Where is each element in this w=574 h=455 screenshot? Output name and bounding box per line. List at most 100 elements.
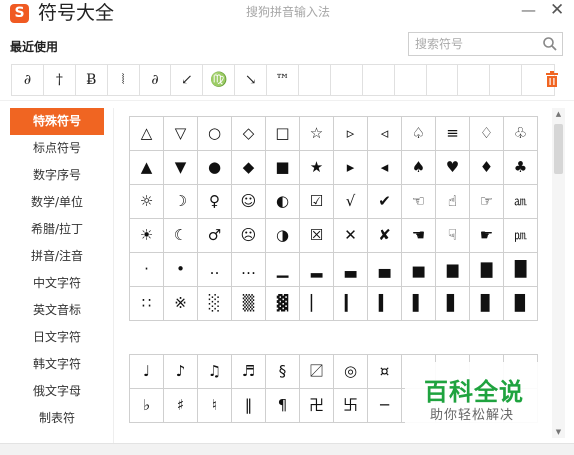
symbol-cell[interactable]: ◎ <box>334 355 368 389</box>
symbol-cell[interactable]: ░ <box>198 287 232 321</box>
recent-symbol-cell[interactable]: ∂ <box>12 65 44 95</box>
symbol-cell[interactable]: ◃ <box>368 117 402 151</box>
symbol-cell[interactable]: ‧ <box>130 253 164 287</box>
symbol-cell[interactable]: ※ <box>164 287 198 321</box>
recent-symbol-cell[interactable]: ™ <box>267 65 300 95</box>
symbol-cell[interactable]: ☑ <box>300 185 334 219</box>
symbol-cell[interactable]: ■ <box>266 151 300 185</box>
symbol-cell[interactable]: ▸ <box>334 151 368 185</box>
symbol-cell[interactable]: ▌ <box>402 287 436 321</box>
close-button[interactable]: ✕ <box>550 0 564 20</box>
symbol-cell[interactable]: ▊ <box>470 287 504 321</box>
symbol-cell[interactable]: ▲ <box>130 151 164 185</box>
minimize-button[interactable]: — <box>521 1 536 19</box>
symbol-cell[interactable]: ♧ <box>504 117 538 151</box>
symbol-cell[interactable]: ✕ <box>334 219 368 253</box>
symbol-cell[interactable]: █ <box>504 253 538 287</box>
symbol-cell[interactable]: ◆ <box>232 151 266 185</box>
symbol-cell[interactable]: ♫ <box>198 355 232 389</box>
symbol-cell[interactable]: • <box>164 253 198 287</box>
symbol-cell[interactable]: ☝ <box>436 185 470 219</box>
symbol-cell[interactable]: ◂ <box>368 151 402 185</box>
symbol-cell[interactable]: ∷ <box>130 287 164 321</box>
trash-icon[interactable] <box>545 71 559 87</box>
symbol-cell[interactable]: ◐ <box>266 185 300 219</box>
symbol-cell[interactable]: ♥ <box>436 151 470 185</box>
symbol-cell[interactable]: ▉ <box>504 287 538 321</box>
symbol-cell[interactable]: ☺ <box>232 185 266 219</box>
symbol-cell[interactable]: ▍ <box>368 287 402 321</box>
symbol-cell[interactable]: ♀ <box>198 185 232 219</box>
search-box[interactable] <box>408 32 563 56</box>
symbol-cell[interactable]: ‖ <box>232 389 266 423</box>
symbol-cell[interactable]: ▂ <box>300 253 334 287</box>
symbol-cell[interactable]: ☞ <box>470 185 504 219</box>
symbol-cell[interactable]: ★ <box>300 151 334 185</box>
symbol-cell[interactable]: ▒ <box>232 287 266 321</box>
symbol-cell[interactable]: ● <box>198 151 232 185</box>
symbol-cell[interactable]: ◑ <box>266 219 300 253</box>
sidebar-item[interactable]: 制表符 <box>10 405 104 432</box>
symbol-cell[interactable]: ▃ <box>334 253 368 287</box>
symbol-cell[interactable]: ♮ <box>198 389 232 423</box>
symbol-cell[interactable]: ♬ <box>232 355 266 389</box>
symbol-cell[interactable]: ☾ <box>164 219 198 253</box>
symbol-cell[interactable]: ㏂ <box>504 185 538 219</box>
symbol-cell[interactable]: ☆ <box>300 117 334 151</box>
sidebar-item[interactable]: 俄文字母 <box>10 378 104 405</box>
sidebar-item[interactable]: 希腊/拉丁 <box>10 216 104 243</box>
recent-symbol-cell[interactable]: Ƀ <box>76 65 108 95</box>
symbol-cell[interactable]: ‥ <box>198 253 232 287</box>
scroll-down-icon[interactable]: ▼ <box>552 426 565 438</box>
recent-symbol-cell[interactable]: † <box>44 65 76 95</box>
symbol-cell[interactable]: ¤ <box>368 355 402 389</box>
symbol-cell[interactable]: ☽ <box>164 185 198 219</box>
sidebar-item[interactable]: 数字序号 <box>10 162 104 189</box>
symbol-cell[interactable]: ▆ <box>436 253 470 287</box>
symbol-cell[interactable]: □ <box>266 117 300 151</box>
symbol-cell[interactable]: ▋ <box>436 287 470 321</box>
recent-symbol-cell[interactable]: ∂ <box>140 65 172 95</box>
sidebar-item[interactable]: 数学/单位 <box>10 189 104 216</box>
recent-symbol-cell[interactable]: ↙ <box>171 65 204 95</box>
symbol-cell[interactable]: ☼ <box>130 185 164 219</box>
symbol-cell[interactable]: ♩ <box>130 355 164 389</box>
symbol-cell[interactable]: ▅ <box>402 253 436 287</box>
symbol-cell[interactable]: ♯ <box>164 389 198 423</box>
symbol-cell[interactable]: ▼ <box>164 151 198 185</box>
sidebar-item[interactable]: 日文字符 <box>10 324 104 351</box>
symbol-cell[interactable]: ▓ <box>266 287 300 321</box>
symbol-cell[interactable]: ▎ <box>334 287 368 321</box>
sidebar-item[interactable]: 韩文字符 <box>10 351 104 378</box>
symbol-cell[interactable]: ♭ <box>130 389 164 423</box>
symbol-cell[interactable]: 〼 <box>300 355 334 389</box>
symbol-cell[interactable]: ☒ <box>300 219 334 253</box>
symbol-cell[interactable]: ♂ <box>198 219 232 253</box>
scrollbar-thumb[interactable] <box>554 124 563 174</box>
symbol-cell[interactable]: ≡ <box>436 117 470 151</box>
sidebar-item[interactable]: 拼音/注音 <box>10 243 104 270</box>
sidebar-item[interactable]: 中文字符 <box>10 270 104 297</box>
sidebar-item[interactable]: 标点符号 <box>10 135 104 162</box>
symbol-cell[interactable]: ¶ <box>266 389 300 423</box>
recent-symbol-cell[interactable]: ↘ <box>235 65 268 95</box>
symbol-cell[interactable]: ☛ <box>470 219 504 253</box>
symbol-cell[interactable]: … <box>232 253 266 287</box>
recent-symbol-cell[interactable]: ♍ <box>203 65 236 95</box>
symbol-cell[interactable]: ♤ <box>402 117 436 151</box>
symbol-cell[interactable]: 卐 <box>334 389 368 423</box>
sidebar-item[interactable]: 特殊符号 <box>10 108 104 135</box>
symbol-cell[interactable]: ✘ <box>368 219 402 253</box>
symbol-cell[interactable]: ▁ <box>266 253 300 287</box>
symbol-cell[interactable]: ♢ <box>470 117 504 151</box>
symbol-cell[interactable]: ▽ <box>164 117 198 151</box>
symbol-cell[interactable]: ☚ <box>402 219 436 253</box>
symbol-cell[interactable]: ✔ <box>368 185 402 219</box>
symbol-cell[interactable]: ♦ <box>470 151 504 185</box>
recent-symbol-cell[interactable]: ⦚ <box>108 65 140 95</box>
symbol-cell[interactable]: 卍 <box>300 389 334 423</box>
scroll-up-icon[interactable]: ▲ <box>552 108 565 120</box>
symbol-cell[interactable]: ▏ <box>300 287 334 321</box>
symbol-cell[interactable]: ▹ <box>334 117 368 151</box>
symbol-cell[interactable]: ♣ <box>504 151 538 185</box>
